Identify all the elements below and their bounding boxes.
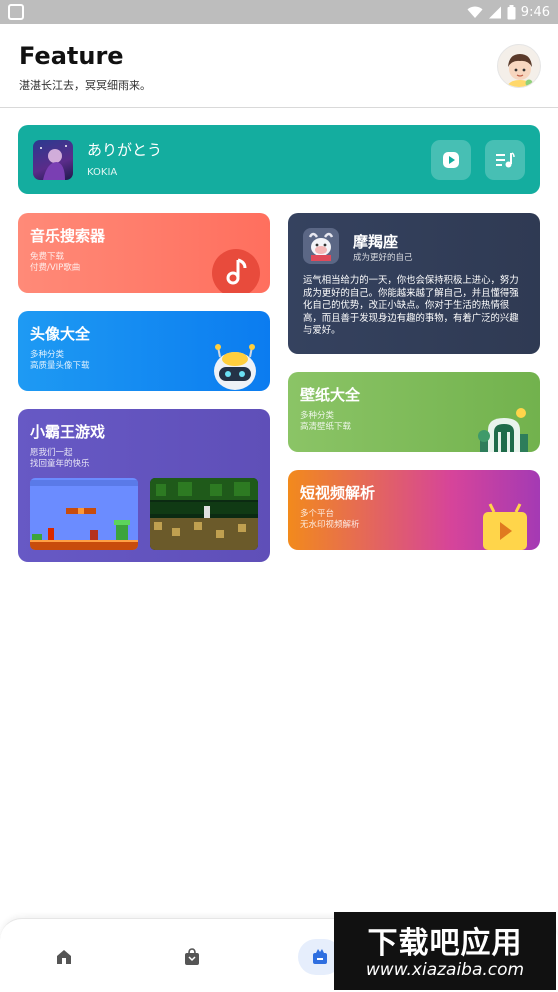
- card-desc-line: 付费/VIP歌曲: [30, 263, 81, 273]
- nav-shop[interactable]: [170, 939, 214, 975]
- play-icon: [443, 152, 459, 168]
- horoscope-text: 运气相当给力的一天，你也会保持积极上进心，努力成为更好的自己。你能越来越了解自己…: [303, 275, 519, 337]
- notification-icon: [8, 4, 24, 20]
- avatar[interactable]: [497, 44, 541, 88]
- card-desc-line: 高质量头像下载: [30, 361, 90, 371]
- home-icon: [57, 950, 71, 964]
- watermark-url: www.xiazaiba.com: [365, 960, 525, 980]
- robot-icon: [214, 344, 256, 390]
- album-art: [33, 140, 73, 180]
- card-title: 壁纸大全: [300, 386, 361, 404]
- card-title: 音乐搜索器: [30, 227, 106, 245]
- game-screenshot-contra[interactable]: [150, 478, 258, 550]
- song-title: ありがとう: [87, 141, 163, 159]
- wallpaper-illustration-icon: [478, 408, 528, 452]
- watermark: 下载吧应用 www.xiazaiba.com: [334, 912, 556, 990]
- playlist-icon: [496, 152, 515, 168]
- shopping-bag-icon: [185, 948, 199, 965]
- header-subtitle: 湛湛长江去，冥冥细雨来。: [19, 79, 151, 92]
- capricorn-icon: [303, 228, 339, 264]
- horoscope-name: 摩羯座: [353, 233, 399, 251]
- video-play-icon: [483, 503, 527, 550]
- card-desc-line: 找回童年的快乐: [30, 459, 90, 469]
- horoscope-subtitle: 成为更好的自己: [353, 253, 413, 263]
- horoscope-card[interactable]: 摩羯座 成为更好的自己 运气相当给力的一天，你也会保持积极上进心，努力成为更好的…: [288, 213, 540, 354]
- card-title: 头像大全: [30, 325, 91, 343]
- status-time: 9:46: [520, 4, 550, 20]
- status-indicators: 9:46: [467, 3, 550, 21]
- nav-home[interactable]: [42, 939, 86, 975]
- music-note-icon: [212, 249, 260, 293]
- page-title: Feature: [19, 42, 124, 70]
- card-title: 小霸王游戏: [30, 423, 106, 441]
- song-artist: KOKIA: [87, 167, 118, 178]
- wifi-icon: [467, 6, 483, 18]
- card-title: 短视频解析: [300, 484, 376, 502]
- playlist-button[interactable]: [485, 140, 525, 180]
- avatar-illustration: [506, 54, 534, 87]
- card-desc-line: 高清壁纸下载: [300, 422, 352, 432]
- avatars-card[interactable]: 头像大全 多种分类 高质量头像下载: [18, 311, 270, 391]
- games-card[interactable]: 小霸王游戏 愿我们一起 找回童年的快乐: [18, 409, 270, 562]
- battery-icon: [507, 4, 516, 19]
- play-button[interactable]: [431, 140, 471, 180]
- feature-icon: [313, 949, 327, 964]
- app-header: Feature 湛湛长江去，冥冥细雨来。: [0, 24, 558, 108]
- music-player-card[interactable]: ありがとう KOKIA: [18, 125, 540, 194]
- wallpaper-card[interactable]: 壁纸大全 多种分类 高清壁纸下载: [288, 372, 540, 452]
- signal-icon: [488, 6, 501, 18]
- video-parser-card[interactable]: 短视频解析 多个平台 无水印视频解析: [288, 470, 540, 550]
- status-bar: 9:46: [0, 0, 558, 24]
- game-screenshot-mario[interactable]: [30, 478, 138, 550]
- card-desc-line: 无水印视频解析: [300, 520, 360, 530]
- watermark-text: 下载吧应用: [367, 926, 523, 961]
- music-search-card[interactable]: 音乐搜索器 免费下载 付费/VIP歌曲: [18, 213, 270, 293]
